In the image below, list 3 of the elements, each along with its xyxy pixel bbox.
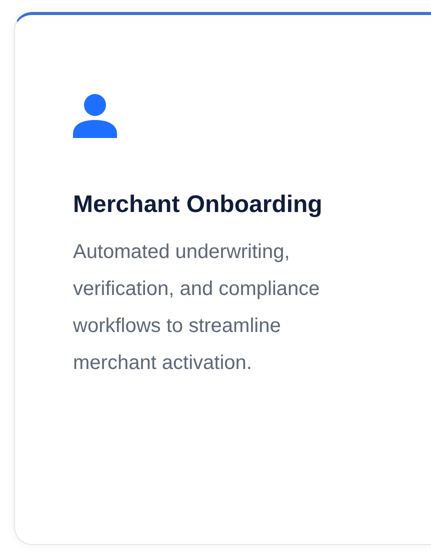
card-title: Merchant Onboarding (73, 190, 324, 220)
person-icon (73, 94, 117, 138)
card-description: Automated underwriting, verification, and compliance workflows to streamline merchant activation. (73, 240, 321, 376)
